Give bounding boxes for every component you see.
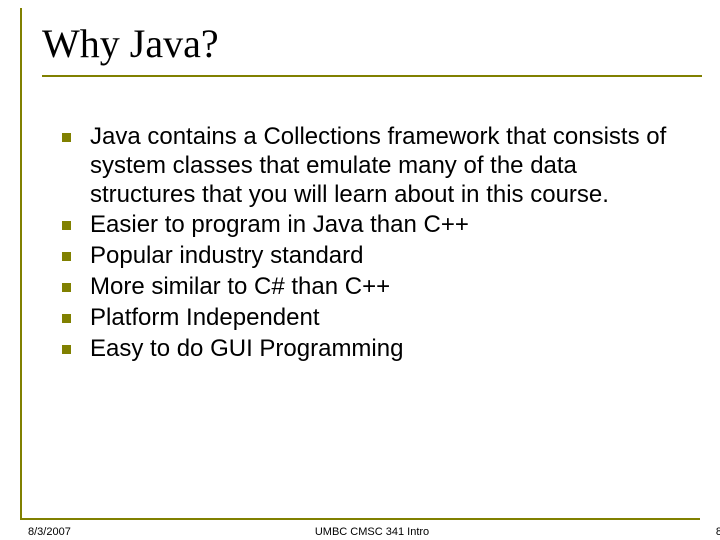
- bullet-icon: [62, 133, 71, 142]
- bullet-icon: [62, 283, 71, 292]
- bullet-icon: [62, 314, 71, 323]
- bullet-text: Easy to do GUI Programming: [90, 335, 403, 362]
- slide: Why Java? Java contains a Collections fr…: [20, 8, 700, 520]
- slide-title: Why Java?: [42, 20, 700, 67]
- content-area: Java contains a Collections framework th…: [22, 83, 700, 363]
- bullet-icon: [62, 221, 71, 230]
- bullet-text: Platform Independent: [90, 304, 320, 331]
- list-item: More similar to C# than C++: [62, 273, 670, 302]
- title-area: Why Java?: [22, 8, 700, 83]
- bullet-icon: [62, 345, 71, 354]
- list-item: Java contains a Collections framework th…: [62, 123, 670, 209]
- title-underline: [42, 75, 702, 77]
- bullet-list: Java contains a Collections framework th…: [62, 123, 670, 363]
- footer-page-number: 8: [716, 526, 720, 538]
- bullet-icon: [62, 252, 71, 261]
- list-item: Popular industry standard: [62, 242, 670, 271]
- list-item: Easy to do GUI Programming: [62, 335, 670, 364]
- bullet-text: Popular industry standard: [90, 242, 364, 269]
- bullet-text: Java contains a Collections framework th…: [90, 123, 666, 208]
- list-item: Platform Independent: [62, 304, 670, 333]
- bullet-text: Easier to program in Java than C++: [90, 211, 469, 238]
- bullet-text: More similar to C# than C++: [90, 273, 390, 300]
- footer-center: UMBC CMSC 341 Intro: [22, 526, 720, 538]
- list-item: Easier to program in Java than C++: [62, 211, 670, 240]
- footer: 8/3/2007 UMBC CMSC 341 Intro 8: [22, 520, 720, 538]
